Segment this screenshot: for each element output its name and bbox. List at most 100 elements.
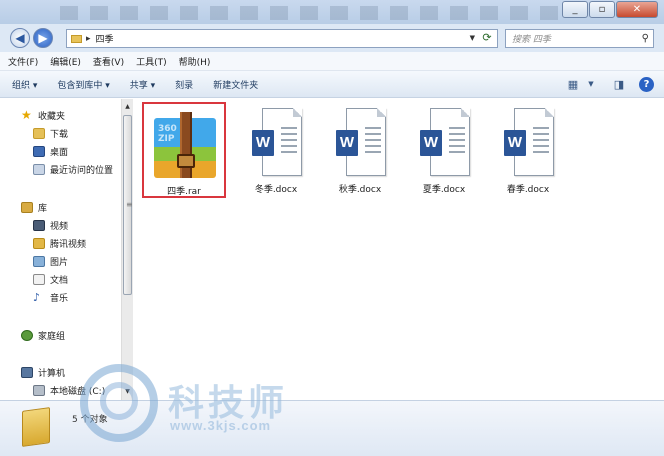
downloads-folder-icon <box>33 127 45 139</box>
minimize-button[interactable]: _ <box>562 1 588 18</box>
sidebar-item-documents[interactable]: 文档 <box>33 271 68 287</box>
text-line <box>533 151 549 153</box>
menu-file[interactable]: 文件(F) <box>8 55 38 68</box>
file-item-docx[interactable]: W 春季.docx <box>486 102 570 198</box>
change-view-icon[interactable]: ▦ <box>565 76 581 92</box>
sidebar-item-label: 收藏夹 <box>38 111 66 122</box>
rar-archive-icon: 360 ZIP <box>154 112 216 178</box>
text-line <box>533 133 549 135</box>
sidebar-item-music[interactable]: ♪ 音乐 <box>33 289 68 305</box>
word-badge: W <box>420 130 442 156</box>
command-bar: 组织 ▾ 包含到库中 ▾ 共享 ▾ 刻录 新建文件夹 ▦ ▼ ◨ ? <box>0 71 664 98</box>
desktop-icon <box>33 145 45 157</box>
close-button[interactable]: ✕ <box>616 1 658 18</box>
text-line <box>365 139 381 141</box>
search-box[interactable]: 搜索 四季 ⚲ <box>505 29 654 48</box>
sidebar-item-local-disk[interactable]: 本地磁盘 (C:) <box>33 382 105 398</box>
text-line <box>533 145 549 147</box>
chevron-down-icon[interactable]: ▼ <box>470 34 475 42</box>
item-count: 5 个对象 <box>72 415 108 425</box>
text-line <box>281 133 297 135</box>
forward-button[interactable]: ▶ <box>33 28 53 48</box>
text-line <box>449 145 465 147</box>
text-line <box>281 145 297 147</box>
refresh-icon[interactable]: ⟳ <box>479 31 495 46</box>
sidebar-item-label: 图片 <box>50 257 69 268</box>
homegroup-icon <box>21 329 33 341</box>
navigation-pane-scrollbar[interactable]: ▲ ≡ ▼ <box>121 99 133 400</box>
sidebar-item-recent-places[interactable]: 最近访问的位置 <box>33 161 113 177</box>
rar-archive-strap <box>180 112 192 178</box>
view-controls: ▦ ▼ ◨ ? <box>553 76 654 92</box>
sidebar-item-downloads[interactable]: 下载 <box>33 125 68 141</box>
navigation-bar: ◀ ▶ ▸ 四季 ▼ ⟳ 搜索 四季 ⚲ <box>0 24 664 52</box>
window-controls: _ ▫ ✕ <box>561 1 658 18</box>
word-document-icon: W <box>336 108 388 178</box>
file-item-rar[interactable]: 360 ZIP 四季.rar <box>142 102 226 198</box>
sidebar-item-label: 最近访问的位置 <box>50 165 114 176</box>
menu-view[interactable]: 查看(V) <box>93 55 124 68</box>
preview-pane-icon[interactable]: ◨ <box>611 76 627 92</box>
sidebar-item-pictures[interactable]: 图片 <box>33 253 68 269</box>
address-bar[interactable]: ▸ 四季 ▼ ⟳ <box>66 29 498 48</box>
text-line <box>365 133 381 135</box>
pictures-library-icon <box>33 255 45 267</box>
breadcrumb-current-folder[interactable]: 四季 <box>96 32 114 45</box>
sidebar-item-libraries[interactable]: 库 <box>21 199 47 215</box>
word-badge: W <box>504 130 526 156</box>
computer-icon <box>21 366 33 378</box>
text-line <box>281 127 297 129</box>
sidebar-item-videos[interactable]: 视频 <box>33 217 68 233</box>
file-list: 360 ZIP 四季.rar W 冬季.docx W 秋季.docx W 夏季.… <box>134 99 664 399</box>
details-pane: 5 个对象 <box>0 400 664 456</box>
share-button[interactable]: 共享 ▾ <box>130 78 155 91</box>
scrollbar-thumb[interactable]: ≡ <box>123 115 133 295</box>
search-input[interactable]: 搜索 四季 <box>512 32 551 45</box>
maximize-button[interactable]: ▫ <box>589 1 615 18</box>
scroll-up-arrow-icon[interactable]: ▲ <box>122 101 133 113</box>
title-bar: _ ▫ ✕ <box>0 0 664 24</box>
grip-icon: ≡ <box>126 200 133 209</box>
file-name: 春季.docx <box>506 185 550 195</box>
text-line <box>533 127 549 129</box>
breadcrumb-separator[interactable]: ▸ <box>86 34 91 44</box>
file-item-docx[interactable]: W 冬季.docx <box>234 102 318 198</box>
search-icon[interactable]: ⚲ <box>642 33 649 44</box>
menu-help[interactable]: 帮助(H) <box>179 55 211 68</box>
page-fold <box>377 108 386 117</box>
sidebar-item-favorites[interactable]: ★ 收藏夹 <box>21 107 65 123</box>
folder-icon <box>71 34 82 43</box>
folder-icon <box>22 407 50 447</box>
star-icon: ★ <box>21 107 32 122</box>
sidebar-item-computer[interactable]: 计算机 <box>21 364 65 380</box>
rar-archive-text: 360 ZIP <box>158 124 177 144</box>
include-in-library-button[interactable]: 包含到库中 ▾ <box>57 78 109 91</box>
menu-edit[interactable]: 编辑(E) <box>50 55 81 68</box>
sidebar-item-label: 库 <box>38 203 48 214</box>
file-item-docx[interactable]: W 夏季.docx <box>402 102 486 198</box>
word-document-icon: W <box>504 108 556 178</box>
sidebar-item-label: 桌面 <box>50 147 69 158</box>
page-fold <box>293 108 302 117</box>
text-line <box>449 139 465 141</box>
scroll-down-arrow-icon[interactable]: ▼ <box>122 386 133 398</box>
file-name: 秋季.docx <box>338 185 382 195</box>
file-name: 四季.rar <box>167 187 201 197</box>
back-button[interactable]: ◀ <box>10 28 30 48</box>
sidebar-item-label: 下载 <box>50 129 69 140</box>
text-line <box>365 151 381 153</box>
file-item-docx[interactable]: W 秋季.docx <box>318 102 402 198</box>
sidebar-item-tencent-video[interactable]: 腾讯视频 <box>33 235 86 251</box>
page-fold <box>461 108 470 117</box>
sidebar-item-homegroup[interactable]: 家庭组 <box>21 327 65 343</box>
menu-tools[interactable]: 工具(T) <box>136 55 167 68</box>
organize-button[interactable]: 组织 ▾ <box>12 78 37 91</box>
new-folder-button[interactable]: 新建文件夹 <box>213 78 258 91</box>
view-dropdown-icon[interactable]: ▼ <box>583 76 599 92</box>
burn-button[interactable]: 刻录 <box>175 78 193 91</box>
word-badge: W <box>252 130 274 156</box>
sidebar-item-desktop[interactable]: 桌面 <box>33 143 68 159</box>
navigation-pane: ★ 收藏夹 下载 桌面 最近访问的位置 库 视频 腾讯视频 图片 文档 ♪ 音乐… <box>9 99 121 399</box>
help-icon[interactable]: ? <box>639 76 654 92</box>
word-badge: W <box>336 130 358 156</box>
